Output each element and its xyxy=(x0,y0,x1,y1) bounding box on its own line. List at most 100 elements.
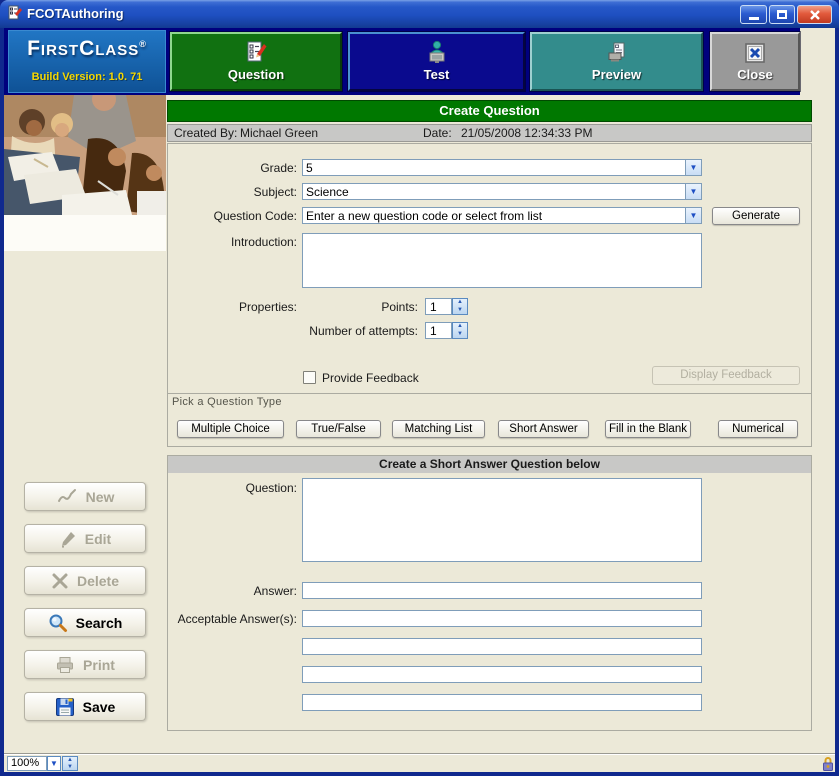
type-multiple-choice-button[interactable]: Multiple Choice xyxy=(177,420,284,438)
maximize-button[interactable] xyxy=(769,5,795,24)
page-title: Create Question xyxy=(167,100,812,122)
short-answer-header: Create a Short Answer Question below xyxy=(168,456,811,473)
subject-select[interactable]: Science ▼ xyxy=(302,183,702,200)
provide-feedback-label: Provide Feedback xyxy=(322,371,419,385)
nav-preview-button[interactable]: Preview xyxy=(530,32,703,91)
save-label: Save xyxy=(83,699,116,715)
type-short-answer-button[interactable]: Short Answer xyxy=(498,420,589,438)
question-code-select[interactable]: Enter a new question code or select from… xyxy=(302,207,702,224)
attempts-label: Number of attempts: xyxy=(280,324,418,338)
photo-lower-blank xyxy=(4,215,166,251)
search-button[interactable]: Search xyxy=(24,608,146,637)
save-button[interactable]: Save xyxy=(24,692,146,721)
sa-answer-input[interactable] xyxy=(302,582,702,599)
subject-value: Science xyxy=(306,185,349,199)
brand-panel: FirstClass® Build Version: 1.0. 71 xyxy=(8,30,166,93)
zoom-level-value[interactable]: 100% xyxy=(7,756,47,771)
type-matching-list-button[interactable]: Matching List xyxy=(392,420,485,438)
grade-select[interactable]: 5 ▼ xyxy=(302,159,702,176)
created-by-value: Michael Green xyxy=(240,125,318,141)
sa-answer-label: Answer: xyxy=(157,584,297,598)
nav-test-button[interactable]: Test xyxy=(348,32,525,91)
search-label: Search xyxy=(76,615,123,631)
students-photo xyxy=(4,95,166,215)
minimize-button[interactable] xyxy=(740,5,767,24)
close-x-box-icon xyxy=(744,42,766,64)
edit-button: Edit xyxy=(24,524,146,553)
delete-x-icon xyxy=(51,572,69,590)
search-icon xyxy=(48,613,68,633)
attempts-spin-buttons: ▲ ▼ xyxy=(452,322,468,339)
spin-up-icon[interactable]: ▲ xyxy=(453,299,467,306)
registered-mark: ® xyxy=(139,39,147,49)
printer-icon xyxy=(55,655,75,675)
attempts-spinner[interactable]: 1 ▲ ▼ xyxy=(425,322,468,339)
delete-button: Delete xyxy=(24,566,146,595)
nav-test-label: Test xyxy=(424,67,450,82)
acceptable-answer-input-2[interactable] xyxy=(302,638,702,655)
points-label: Points: xyxy=(280,300,418,314)
created-by-label: Created By: xyxy=(174,125,237,141)
edit-pencil-icon xyxy=(59,530,77,548)
build-version: Build Version: 1.0. 71 xyxy=(9,71,165,83)
nav-question-button[interactable]: Question xyxy=(170,32,342,91)
nav-preview-label: Preview xyxy=(592,67,641,82)
maximize-icon xyxy=(777,10,787,19)
introduction-label: Introduction: xyxy=(157,235,297,249)
points-spinner[interactable]: 1 ▲ ▼ xyxy=(425,298,468,315)
generate-button[interactable]: Generate xyxy=(712,207,800,225)
points-value[interactable]: 1 xyxy=(425,298,452,315)
properties-label: Properties: xyxy=(157,300,297,314)
edit-label: Edit xyxy=(85,531,111,547)
nav-close-label: Close xyxy=(737,67,772,82)
person-computer-icon xyxy=(425,40,449,64)
attempts-value[interactable]: 1 xyxy=(425,322,452,339)
display-feedback-button: Display Feedback xyxy=(652,366,800,385)
grade-value: 5 xyxy=(306,161,313,175)
question-checklist-icon xyxy=(244,40,268,64)
firstclass-logo: FirstClass® xyxy=(9,37,165,61)
spin-down-icon[interactable]: ▼ xyxy=(453,331,467,338)
type-numerical-button[interactable]: Numerical xyxy=(718,420,798,438)
spin-down-icon[interactable]: ▼ xyxy=(63,764,77,771)
nav-close-button[interactable]: Close xyxy=(710,32,800,91)
sa-question-textarea[interactable] xyxy=(302,478,702,562)
acceptable-answer-input-4[interactable] xyxy=(302,694,702,711)
save-floppy-icon xyxy=(55,697,75,717)
acceptable-answer-input-1[interactable] xyxy=(302,610,702,627)
type-fill-blank-button[interactable]: Fill in the Blank xyxy=(605,420,691,438)
introduction-textarea[interactable] xyxy=(302,233,702,288)
app-icon xyxy=(7,5,23,21)
date-value: 21/05/2008 12:34:33 PM xyxy=(461,125,592,141)
acceptable-answer-input-3[interactable] xyxy=(302,666,702,683)
titlebar[interactable]: FCOTAuthoring xyxy=(0,0,839,28)
points-spin-buttons: ▲ ▼ xyxy=(452,298,468,315)
lock-icon xyxy=(821,756,835,772)
print-button: Print xyxy=(24,650,146,679)
chevron-down-icon[interactable]: ▼ xyxy=(685,184,701,199)
zoom-dropdown-chevron-icon[interactable]: ▼ xyxy=(47,756,61,771)
close-icon xyxy=(809,9,821,21)
provide-feedback-checkbox[interactable] xyxy=(303,371,316,384)
subject-label: Subject: xyxy=(157,185,297,199)
preview-document-icon xyxy=(605,40,629,64)
close-window-button[interactable] xyxy=(797,5,832,24)
sa-question-label: Question: xyxy=(157,481,297,495)
type-true-false-button[interactable]: True/False xyxy=(296,420,381,438)
nav-right-strip xyxy=(800,28,835,95)
minimize-icon xyxy=(749,17,759,20)
date-label: Date: xyxy=(423,125,452,141)
spin-up-icon[interactable]: ▲ xyxy=(453,323,467,330)
grade-label: Grade: xyxy=(157,161,297,175)
acceptable-answers-label: Acceptable Answer(s): xyxy=(157,612,297,626)
question-code-value: Enter a new question code or select from… xyxy=(306,209,542,223)
chevron-down-icon[interactable]: ▼ xyxy=(685,160,701,175)
new-scribble-icon xyxy=(56,488,78,506)
print-label: Print xyxy=(83,657,115,673)
chevron-down-icon[interactable]: ▼ xyxy=(685,208,701,223)
zoom-spinner: ▲ ▼ xyxy=(62,756,78,771)
spin-down-icon[interactable]: ▼ xyxy=(453,307,467,314)
question-code-label: Question Code: xyxy=(157,209,297,223)
info-bar: Created By: Michael Green Date: 21/05/20… xyxy=(167,124,812,142)
delete-label: Delete xyxy=(77,573,119,589)
